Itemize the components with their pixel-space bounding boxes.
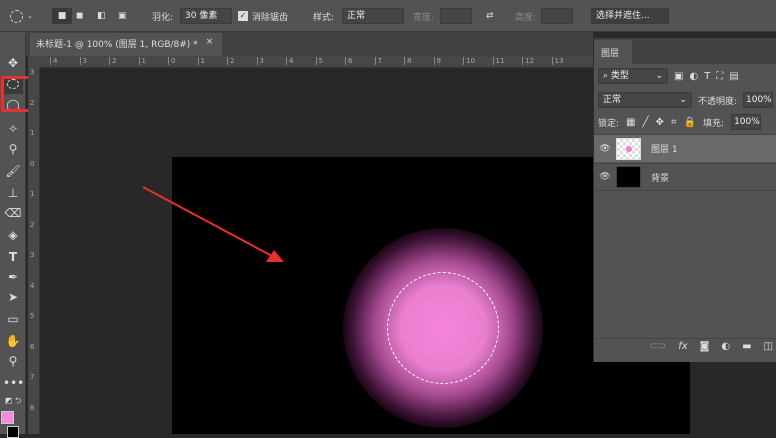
layers-panel: 图层 ⌕ 类型 ⌄ ▣ ◐ T ⛶ ▤ 正常 ⌄ 不透明度: 100% 锁定: ▦ … (593, 38, 776, 362)
new-layer-icon[interactable]: ◫ (764, 341, 773, 352)
lock-transparency-icon[interactable]: ▦ (626, 117, 635, 128)
layer-name[interactable]: 图层 1 (651, 142, 678, 155)
visibility-eye-icon[interactable]: 👁 (594, 144, 616, 154)
shape-filter-icon[interactable]: ⛶ (716, 71, 723, 82)
layer-thumbnail (616, 137, 641, 160)
adjustment-layer-icon[interactable]: ◐ (721, 341, 730, 352)
group-folder-icon[interactable]: ▬ (742, 341, 751, 352)
opacity-label: 不透明度: (697, 96, 738, 107)
layers-tab[interactable]: 图层 (594, 40, 632, 64)
layer-row-background[interactable]: 👁 背景 (594, 163, 776, 191)
layer-filter-select[interactable]: ⌕ 类型 ⌄ (598, 68, 668, 84)
layer-thumbnail (616, 166, 641, 188)
layer-name[interactable]: 背景 (651, 171, 669, 184)
lock-pixels-icon[interactable]: ╱ (643, 117, 649, 128)
type-filter-icon[interactable]: T (704, 71, 710, 82)
lock-artboard-icon[interactable]: ⌗ (671, 117, 677, 128)
blend-mode-value: 正常 (603, 95, 622, 105)
fill-label: 填充: (703, 118, 725, 129)
opacity-input[interactable]: 100% (743, 92, 773, 108)
fx-icon[interactable]: fx (678, 341, 687, 352)
layer-row-layer1[interactable]: 👁 图层 1 (594, 134, 776, 162)
adjustment-filter-icon[interactable]: ◐ (689, 71, 698, 82)
visibility-eye-icon[interactable]: 👁 (594, 172, 616, 182)
blend-mode-select[interactable]: 正常 ⌄ (598, 92, 692, 108)
fill-input[interactable]: 100% (731, 114, 762, 130)
smart-object-filter-icon[interactable]: ▤ (729, 71, 738, 82)
lock-all-icon[interactable]: 🔒 (684, 117, 696, 128)
filter-value: 类型 (610, 71, 629, 81)
link-layers-icon[interactable]: ⊂⊃ (649, 341, 666, 352)
image-filter-icon[interactable]: ▣ (674, 71, 683, 82)
lock-label: 锁定: (598, 118, 620, 129)
layer-mask-icon[interactable]: ◙ (700, 341, 710, 352)
lock-position-icon[interactable]: ✥ (656, 117, 664, 128)
